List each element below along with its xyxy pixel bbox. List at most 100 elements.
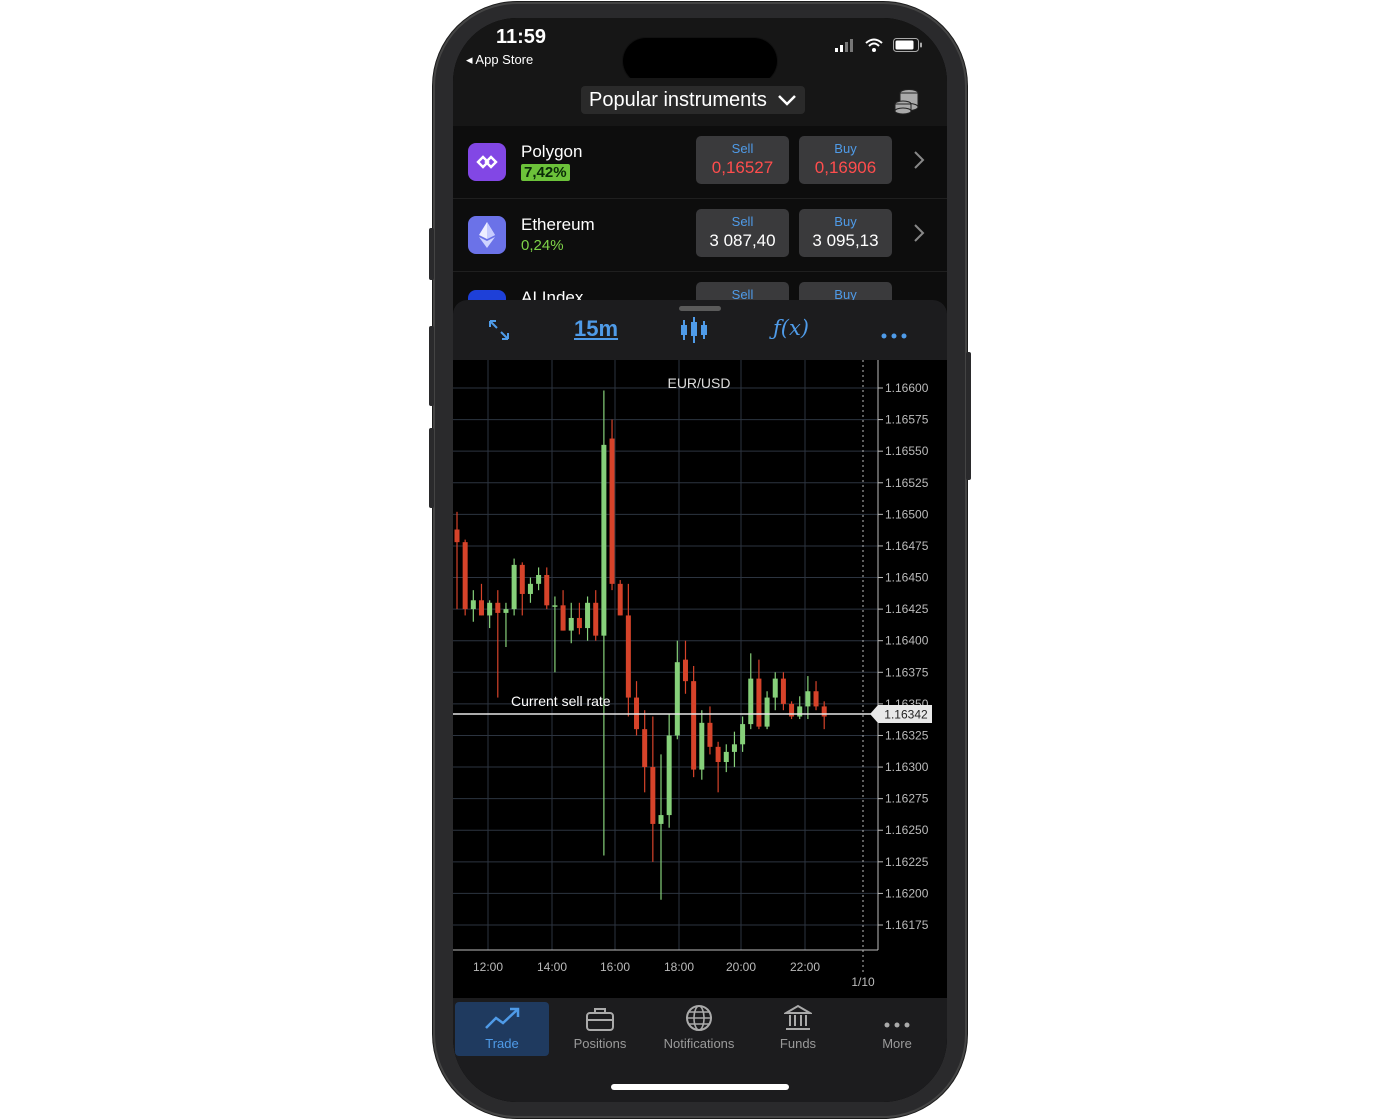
drag-handle[interactable] [679, 306, 721, 311]
buy-label: Buy [834, 141, 857, 156]
sell-label: Sell [731, 141, 754, 156]
chart-title: EUR/USD [667, 375, 730, 391]
y-tick-label: 1.16450 [885, 571, 929, 585]
buy-price: 0,16906 [814, 158, 877, 177]
y-tick-label: 1.16325 [885, 728, 929, 742]
y-tick-label: 1.16250 [885, 823, 929, 837]
instrument-row-polygon[interactable]: Polygon 7,42% Sell 0,16527 Buy 0,16906 [453, 126, 947, 199]
instrument-list-selector[interactable]: Popular instruments [581, 86, 805, 114]
y-tick-label: 1.16175 [885, 918, 929, 932]
trending-up-icon [485, 1007, 520, 1029]
tab-label: Notifications [663, 1036, 735, 1051]
candle [699, 710, 705, 780]
tab-trade[interactable]: Trade [455, 1002, 549, 1056]
candle [511, 558, 517, 616]
chevron-right-icon[interactable] [913, 223, 925, 243]
tab-label: Positions [573, 1036, 627, 1051]
wifi-icon [865, 38, 883, 52]
candle [609, 419, 615, 591]
instrument-name: Ethereum [521, 215, 595, 234]
timeframe-button[interactable]: 15m [574, 316, 618, 342]
instrument-change: 0,24% [521, 237, 564, 254]
chevron-down-icon [777, 95, 796, 106]
phone-side-button [429, 326, 434, 406]
candle [560, 590, 566, 631]
candle [805, 676, 811, 720]
x-tick-label: 14:00 [537, 960, 567, 974]
candle [519, 562, 525, 616]
y-tick-label: 1.16375 [885, 665, 929, 679]
y-tick-label: 1.16600 [885, 381, 929, 395]
more-options-icon[interactable] [881, 326, 907, 344]
x-tick-label: 22:00 [790, 960, 820, 974]
x-date-label: 1/10 [851, 975, 875, 989]
phone-side-button [429, 228, 434, 280]
bank-icon [784, 1004, 812, 1030]
tab-label: Trade [485, 1036, 519, 1051]
tab-more[interactable]: More [850, 1002, 944, 1056]
instrument-list-title: Popular instruments [589, 88, 767, 111]
phone-side-button [429, 428, 434, 508]
home-indicator [611, 1084, 789, 1090]
instrument-row-ethereum[interactable]: Ethereum 0,24% Sell 3 087,40 Buy 3 095,1… [453, 199, 947, 272]
sell-button[interactable]: Sell 3 087,40 [696, 209, 789, 257]
y-tick-label: 1.16225 [885, 855, 929, 869]
candle [691, 665, 697, 778]
candle [682, 640, 688, 694]
expand-icon[interactable] [487, 318, 511, 347]
tab-funds[interactable]: Funds [751, 1002, 845, 1056]
more-dots-icon [884, 1022, 910, 1028]
back-to-app-store[interactable]: ◂ App Store [466, 52, 533, 68]
candle [821, 701, 827, 730]
candle [495, 590, 501, 698]
signal-icon [835, 39, 853, 52]
chart-toolbar: 15m ƒ(x) [453, 300, 947, 360]
briefcase-icon [586, 1008, 614, 1031]
sell-price: 3 087,40 [709, 231, 776, 250]
candle [478, 583, 484, 616]
candle [617, 580, 623, 616]
candle [454, 511, 460, 610]
sell-button[interactable]: Sell 0,16527 [696, 136, 789, 184]
buy-button[interactable]: Buy 0,16906 [799, 136, 892, 184]
y-tick-label: 1.16525 [885, 476, 929, 490]
buy-button[interactable]: Buy 3 095,13 [799, 209, 892, 257]
candlestick-chart-icon[interactable] [679, 316, 709, 349]
candle [658, 754, 664, 900]
globe-icon [686, 1005, 712, 1031]
candle [813, 681, 819, 711]
candle [772, 672, 778, 711]
indicators-button[interactable]: ƒ(x) [773, 316, 809, 340]
sell-price: 0,16527 [711, 158, 774, 177]
y-tick-label: 1.16475 [885, 539, 929, 553]
candle [576, 602, 582, 635]
y-tick-label: 1.16500 [885, 507, 929, 521]
buy-price: 3 095,13 [812, 231, 879, 250]
candle [756, 659, 762, 730]
status-icons [835, 38, 923, 52]
coins-stack-icon[interactable] [893, 86, 921, 121]
candle [666, 713, 672, 828]
status-time: 11:59 [496, 26, 547, 48]
y-tick-label: 1.16425 [885, 602, 929, 616]
phone-screen: 11:59 ◂ App Store Popular instruments Po… [453, 18, 947, 1102]
candle [780, 672, 786, 711]
candle [544, 567, 550, 610]
buy-label: Buy [834, 214, 857, 229]
tab-positions[interactable]: Positions [553, 1002, 647, 1056]
price-chart[interactable]: 1.16600 1.16575 1.16550 1.16525 1.16500 1.164… [453, 360, 947, 998]
candle [642, 710, 648, 793]
candle [462, 539, 468, 616]
instrument-header: Popular instruments [453, 78, 947, 126]
candle [723, 744, 729, 773]
candle [731, 731, 737, 768]
candle [552, 596, 558, 673]
tab-notifications[interactable]: Notifications [652, 1002, 746, 1056]
x-tick-label: 16:00 [600, 960, 630, 974]
candle [764, 691, 770, 730]
ethereum-logo-icon [468, 216, 506, 254]
candle [625, 583, 631, 717]
x-tick-label: 12:00 [473, 960, 503, 974]
chevron-right-icon[interactable] [913, 150, 925, 170]
candle [527, 577, 533, 603]
